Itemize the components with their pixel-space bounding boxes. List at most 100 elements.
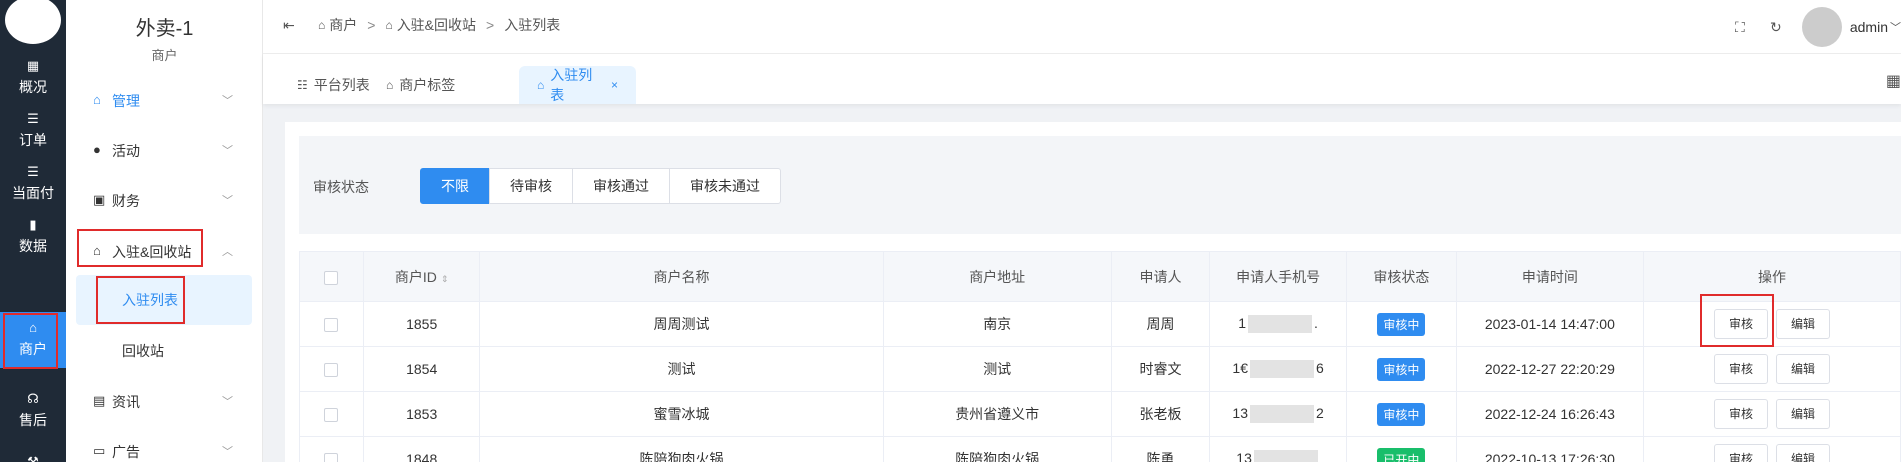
- row-checkbox[interactable]: [324, 363, 339, 378]
- page-tabs: ☷ 平台列表 ⌂ 商户标签 ⌂ 入驻列表 × ▦: [263, 54, 1901, 104]
- breadcrumb-item[interactable]: 商户: [329, 15, 357, 35]
- sidebar-item-activity[interactable]: ● 活动 ﹀: [66, 130, 263, 170]
- refresh-icon[interactable]: ↻: [1766, 19, 1786, 36]
- sidebar-subitem-recycle-bin[interactable]: 回收站: [76, 326, 252, 376]
- merchant-address: 南京: [882, 301, 1112, 347]
- headset-icon: ☊: [27, 391, 39, 406]
- merchant-id: 1853: [362, 391, 481, 437]
- applicant: 张老板: [1110, 391, 1211, 437]
- tool-icon: ⚒: [27, 454, 39, 462]
- avatar[interactable]: [1801, 7, 1842, 47]
- chevron-down-icon[interactable]: ﹀: [1890, 19, 1901, 35]
- redaction-mask: [1253, 450, 1318, 462]
- sort-icon: ⇕: [440, 273, 449, 284]
- store-icon: ⌂: [318, 18, 326, 32]
- edit-button[interactable]: 编辑: [1776, 399, 1831, 429]
- applicant-phone: 13 2: [1209, 391, 1348, 437]
- info-icon: ●: [93, 142, 101, 157]
- filter-panel: 审核状态 不限 待审核 审核通过 审核未通过: [299, 136, 1901, 234]
- applicant-phone: 13: [1209, 436, 1348, 462]
- sidebar-item-finance[interactable]: ▣ 财务 ﹀: [66, 180, 263, 220]
- table-row: 1853 蜜雪冰城 贵州省遵义市 张老板 13 2 审核中 2022-12-24 …: [299, 391, 1901, 437]
- chevron-down-icon: ﹀: [222, 95, 233, 107]
- edit-button[interactable]: 编辑: [1776, 444, 1831, 462]
- column-header: 申请时间: [1455, 251, 1645, 302]
- row-checkbox[interactable]: [324, 318, 339, 333]
- chevron-down-icon: ﹀: [222, 396, 233, 408]
- main-nav-rail: ▦ 概况 ☰ 订单 ☰ 当面付 ▮ 数据 ⌂ 商户 ☊ 售后 ⚒: [0, 0, 66, 462]
- row-checkbox[interactable]: [324, 408, 339, 423]
- rail-item-after-sales[interactable]: ☊ 售后: [0, 383, 66, 443]
- store-icon: ⌂: [385, 18, 393, 32]
- grid-icon[interactable]: ▦: [1886, 71, 1901, 91]
- column-header: 商户名称: [479, 251, 884, 302]
- merchant-id: 1854: [362, 346, 481, 392]
- status-badge: 审核中: [1377, 312, 1426, 336]
- rail-item-orders[interactable]: ☰ 订单: [0, 103, 66, 163]
- edit-button[interactable]: 编辑: [1776, 354, 1831, 384]
- top-header: ⇤ ⌂ 商户 > ⌂ 入驻&回收站 > 入驻列表 ⛶ ↻ admin ﹀: [263, 0, 1901, 54]
- table-header-row: 商户ID ⇕ 商户名称 商户地址 申请人 申请人手机号 审核状态 申请时间 操作: [299, 251, 1901, 302]
- column-header[interactable]: 商户ID ⇕: [362, 251, 481, 302]
- edit-button[interactable]: 编辑: [1776, 309, 1831, 339]
- redaction-mask: [1249, 360, 1314, 379]
- settle-table: 商户ID ⇕ 商户名称 商户地址 申请人 申请人手机号 审核状态 申请时间 操作 …: [299, 251, 1901, 462]
- rail-item-overview[interactable]: ▦ 概况: [0, 50, 66, 110]
- dashboard-icon: ▦: [26, 58, 40, 73]
- merchant-name: 陈陪狗肉火锅: [479, 436, 884, 462]
- sidebar-item-settle-recycle[interactable]: ⌂ 入驻&回收站 ︿: [66, 231, 263, 271]
- column-header: 操作: [1643, 251, 1901, 302]
- redaction-mask: [1248, 315, 1313, 334]
- column-header: 申请人: [1110, 251, 1211, 302]
- rail-item-more[interactable]: ⚒: [0, 446, 66, 462]
- rail-item-f2f-pay[interactable]: ☰ 当面付: [0, 156, 66, 216]
- review-button[interactable]: 审核: [1713, 444, 1768, 462]
- row-checkbox[interactable]: [324, 453, 339, 462]
- sidebar-item-manage[interactable]: ⌂ 管理 ﹀: [66, 80, 263, 120]
- review-button[interactable]: 审核: [1713, 399, 1768, 429]
- merchant-name: 周周测试: [479, 301, 884, 347]
- close-icon[interactable]: ×: [611, 78, 618, 92]
- shop-title: 外卖-1: [135, 18, 194, 40]
- chevron-down-icon: ﹀: [222, 145, 233, 157]
- sidebar-item-ads[interactable]: ▭ 广告 ﹀: [66, 431, 263, 462]
- rail-item-data[interactable]: ▮ 数据: [0, 209, 66, 269]
- sidebar-subitem-settle-list[interactable]: 入驻列表: [76, 275, 252, 325]
- filter-option-all[interactable]: 不限: [420, 168, 490, 204]
- merchant-id: 1848: [362, 436, 481, 462]
- review-button[interactable]: 审核: [1713, 309, 1768, 339]
- filter-option-rejected[interactable]: 审核未通过: [669, 168, 781, 204]
- sidebar-item-news[interactable]: ▤ 资讯 ﹀: [66, 381, 263, 421]
- store-icon: ⌂: [537, 78, 545, 92]
- store-icon: ⌂: [386, 78, 394, 92]
- filter-option-pending[interactable]: 待审核: [489, 168, 573, 204]
- applicant-phone: 1€ 6: [1209, 346, 1348, 392]
- apply-time: 2022-12-27 22:20:29: [1455, 346, 1645, 392]
- fullscreen-icon[interactable]: ⛶: [1730, 19, 1750, 36]
- review-button[interactable]: 审核: [1713, 354, 1768, 384]
- applicant: 时睿文: [1110, 346, 1211, 392]
- breadcrumb-separator: >: [486, 17, 495, 33]
- merchant-id: 1855: [362, 301, 481, 347]
- applicant: 周周: [1110, 301, 1211, 347]
- tab-merchant-tags[interactable]: ⌂ 商户标签: [368, 66, 473, 104]
- app-logo: [5, 0, 61, 44]
- rail-item-merchant[interactable]: ⌂ 商户: [0, 312, 66, 368]
- breadcrumb-separator: >: [367, 17, 376, 33]
- breadcrumb-item[interactable]: 入驻&回收站: [397, 15, 476, 35]
- apply-time: 2022-12-24 16:26:43: [1455, 391, 1645, 437]
- shop-subtitle: 商户: [151, 48, 178, 63]
- merchant-address: 测试: [882, 346, 1112, 392]
- bar-chart-icon: ▮: [29, 217, 37, 232]
- store-icon: ⌂: [29, 320, 37, 335]
- chevron-down-icon: ﹀: [222, 446, 233, 458]
- breadcrumb: ⌂ 商户 > ⌂ 入驻&回收站 > 入驻列表: [318, 15, 560, 35]
- filter-option-approved[interactable]: 审核通过: [572, 168, 670, 204]
- user-name[interactable]: admin: [1850, 19, 1888, 35]
- tab-settle-list[interactable]: ⌂ 入驻列表 ×: [519, 66, 636, 104]
- select-all-checkbox[interactable]: [324, 270, 339, 285]
- status-badge: 审核中: [1377, 402, 1426, 426]
- menu-collapse-icon[interactable]: ⇤: [283, 17, 295, 34]
- secondary-sidebar: 外卖-1 商户 ⌂ 管理 ﹀ ● 活动 ﹀ ▣ 财务 ﹀ ⌂ 入驻&回收站 ︿ …: [66, 0, 263, 462]
- news-icon: ▤: [93, 393, 106, 408]
